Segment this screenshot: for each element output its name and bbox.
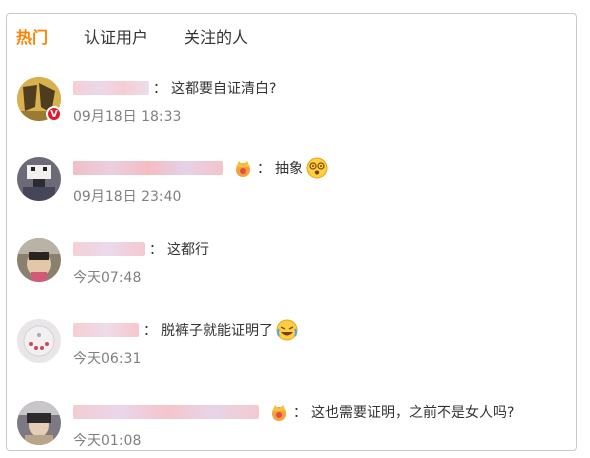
crown-fan-icon <box>236 161 250 177</box>
comment-text: 脱裤子就能证明了 <box>161 323 273 339</box>
avatar-image-icon <box>17 319 61 363</box>
comment-timestamp: 09月18日 23:40 <box>73 189 182 205</box>
avatar[interactable] <box>17 401 61 445</box>
dizzy-face-emoji-icon <box>306 157 328 179</box>
avatar[interactable] <box>17 319 61 363</box>
comment-item: ： 这都行 今天07:48 <box>17 238 567 298</box>
comment-item: ： 脱裤子就能证明了 今天06:31 <box>17 319 567 379</box>
tab-hot[interactable]: 热门 <box>16 26 48 50</box>
comment-line: ： 这都行 <box>73 238 209 260</box>
comment-timestamp: 今天07:48 <box>73 270 142 286</box>
comment-text: 抽象 <box>275 161 303 177</box>
tab-following[interactable]: 关注的人 <box>184 26 248 50</box>
blurred-username[interactable] <box>73 81 149 95</box>
avatar[interactable] <box>17 157 61 201</box>
colon-separator: ： <box>257 161 271 177</box>
laughing-crying-emoji-icon <box>276 319 298 341</box>
comment-item: V ： 这都要自证清白? 09月18日 18:33 <box>17 77 567 137</box>
tab-bar: 热门 认证用户 关注的人 <box>16 26 284 50</box>
colon-separator: ： <box>153 81 167 97</box>
avatar-image-icon <box>17 401 61 445</box>
crown-fan-icon <box>272 405 286 421</box>
blurred-username[interactable] <box>73 405 259 419</box>
colon-separator: ： <box>143 323 157 339</box>
comment-line: ： 这也需要证明，之前不是女人吗? <box>73 401 514 423</box>
avatar-image-icon <box>17 157 61 201</box>
comment-text: 这也需要证明，之前不是女人吗? <box>311 405 515 421</box>
blurred-username[interactable] <box>73 323 139 337</box>
comment-line: ： 这都要自证清白? <box>73 77 276 99</box>
colon-separator: ： <box>149 242 163 258</box>
comment-timestamp: 09月18日 18:33 <box>73 109 182 125</box>
blurred-username[interactable] <box>73 242 145 256</box>
tab-verified-users[interactable]: 认证用户 <box>84 26 148 50</box>
comment-line: ： 脱裤子就能证明了 <box>73 319 298 341</box>
comment-text: 这都要自证清白? <box>171 81 277 97</box>
comment-item: ： 抽象 09月18日 23:40 <box>17 157 567 217</box>
colon-separator: ： <box>293 405 307 421</box>
comment-item: ： 这也需要证明，之前不是女人吗? 今天01:08 <box>17 401 567 450</box>
comment-timestamp: 今天01:08 <box>73 433 142 449</box>
comments-panel: 热门 认证用户 关注的人 V ： 这都要自证清白? 09月18日 18:33 ：… <box>6 13 577 451</box>
comment-line: ： 抽象 <box>73 157 328 179</box>
comment-text: 这都行 <box>167 242 209 258</box>
avatar-image-icon <box>17 238 61 282</box>
comment-timestamp: 今天06:31 <box>73 351 142 367</box>
avatar[interactable] <box>17 238 61 282</box>
blurred-username[interactable] <box>73 161 223 175</box>
verified-badge-icon: V <box>46 106 62 122</box>
